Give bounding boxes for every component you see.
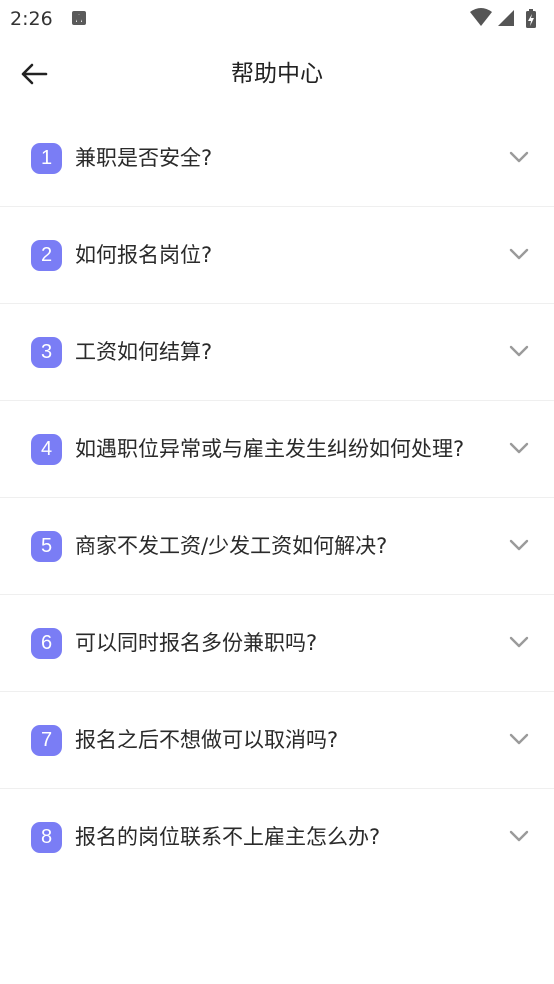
faq-number-badge: 1 xyxy=(31,143,62,174)
status-icons xyxy=(468,6,544,30)
chevron-down-icon xyxy=(509,345,529,357)
page-title: 帮助中心 xyxy=(231,61,323,87)
faq-question: 可以同时报名多份兼职吗? xyxy=(75,631,318,655)
faq-question: 商家不发工资/少发工资如何解决? xyxy=(75,534,388,558)
chevron-down-icon xyxy=(509,248,529,260)
chevron-down-icon xyxy=(509,636,529,648)
wifi-icon xyxy=(470,8,492,26)
faq-number-badge: 5 xyxy=(31,531,62,562)
faq-number-badge: 3 xyxy=(31,337,62,368)
faq-number-badge: 6 xyxy=(31,628,62,659)
faq-item-5[interactable]: 5 商家不发工资/少发工资如何解决? xyxy=(0,498,554,595)
faq-item-1[interactable]: 1 兼职是否安全? xyxy=(0,110,554,207)
app-bar: 帮助中心 xyxy=(0,38,554,110)
chevron-down-icon xyxy=(509,539,529,551)
a-letter-icon xyxy=(72,11,86,25)
chevron-down-icon xyxy=(509,830,529,842)
faq-question: 报名之后不想做可以取消吗? xyxy=(75,728,339,752)
faq-question: 报名的岗位联系不上雇主怎么办? xyxy=(75,825,381,849)
faq-question: 如何报名岗位? xyxy=(75,243,213,267)
battery-charging-icon xyxy=(526,9,536,28)
faq-question: 如遇职位异常或与雇主发生纠纷如何处理? xyxy=(75,437,465,461)
faq-number-badge: 7 xyxy=(31,725,62,756)
faq-item-6[interactable]: 6 可以同时报名多份兼职吗? xyxy=(0,595,554,692)
faq-question: 兼职是否安全? xyxy=(75,146,213,170)
status-time: 2:26 xyxy=(10,8,53,30)
faq-item-7[interactable]: 7 报名之后不想做可以取消吗? xyxy=(0,692,554,789)
faq-number-badge: 8 xyxy=(31,822,62,853)
faq-list: 1 兼职是否安全? 2 如何报名岗位? 3 工资如何结算? 4 如遇职位异常或与… xyxy=(0,110,554,885)
chevron-down-icon xyxy=(509,151,529,163)
signal-icon xyxy=(498,10,514,26)
chevron-down-icon xyxy=(509,733,529,745)
faq-question: 工资如何结算? xyxy=(75,340,213,364)
status-bar: 2:26 xyxy=(0,0,554,38)
chevron-down-icon xyxy=(509,442,529,454)
faq-number-badge: 4 xyxy=(31,434,62,465)
faq-item-3[interactable]: 3 工资如何结算? xyxy=(0,304,554,401)
faq-item-4[interactable]: 4 如遇职位异常或与雇主发生纠纷如何处理? xyxy=(0,401,554,498)
faq-item-2[interactable]: 2 如何报名岗位? xyxy=(0,207,554,304)
faq-number-badge: 2 xyxy=(31,240,62,271)
faq-item-8[interactable]: 8 报名的岗位联系不上雇主怎么办? xyxy=(0,789,554,885)
